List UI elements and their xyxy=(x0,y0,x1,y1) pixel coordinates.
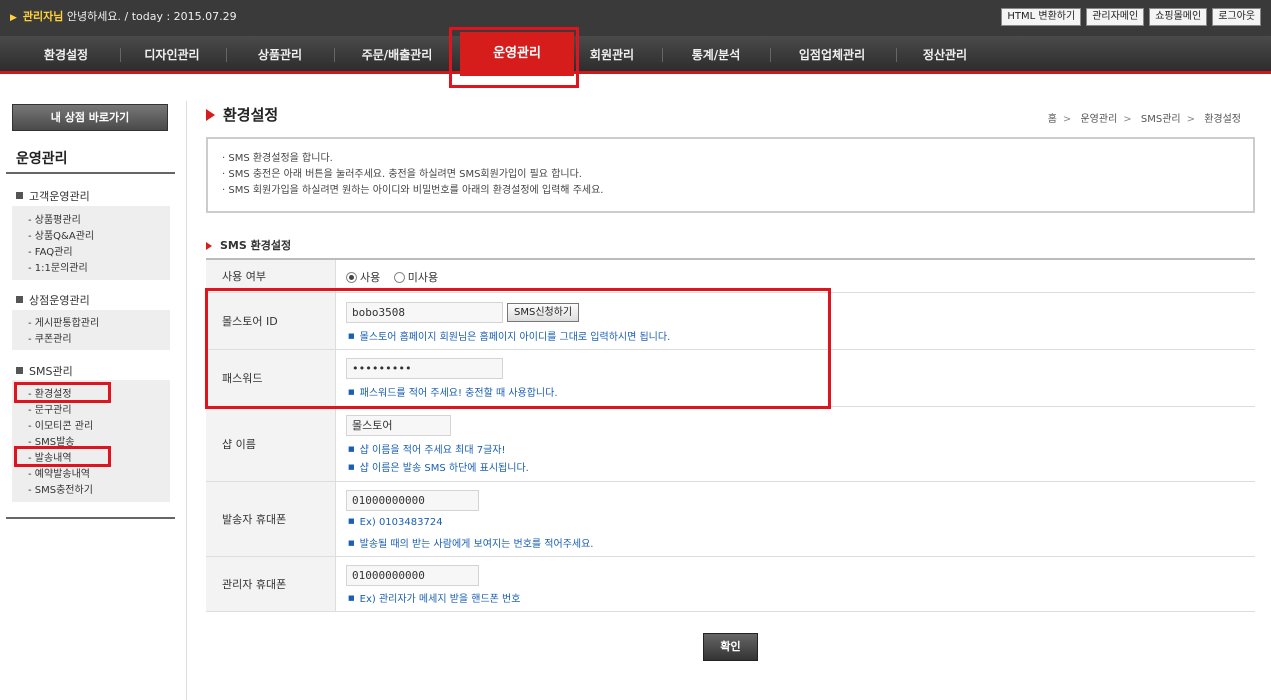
section-triangle-icon xyxy=(206,242,212,250)
sidebar-item-reserved-history[interactable]: - 예약발송내역 xyxy=(28,465,90,480)
sender-phone-input[interactable]: 01000000000 xyxy=(346,490,479,511)
notice-box: · SMS 환경설정을 합니다. · SMS 충전은 아래 버튼을 눌러주세요.… xyxy=(206,137,1255,213)
nav-separator xyxy=(120,48,121,62)
form-row-usage: 사용 여부 사용 미사용 xyxy=(206,260,1255,293)
breadcrumb-home[interactable]: 홈 xyxy=(1048,114,1057,125)
sidebar-item-sms-send[interactable]: - SMS발송 xyxy=(28,433,75,448)
nav-settlement[interactable]: 정산관리 xyxy=(906,36,984,74)
usage-on-radio[interactable] xyxy=(346,272,357,283)
password-hint: ■ 패스워드를 적어 주세요! 충전할 때 사용합니다. xyxy=(348,388,558,399)
sms-settings-form: 사용 여부 사용 미사용 몰스토어 ID bobo3508 SMS신청하기 ■ 몰… xyxy=(206,258,1255,612)
user-name: 관리자님 xyxy=(22,10,64,23)
password-label: 패스워드 xyxy=(206,350,336,406)
nav-products[interactable]: 상품관리 xyxy=(236,36,324,74)
sidebar-item-coupon[interactable]: - 쿠폰관리 xyxy=(28,330,72,345)
password-input[interactable]: ••••••••• xyxy=(346,358,503,379)
breadcrumb-operations[interactable]: 운영관리 xyxy=(1080,114,1117,125)
usage-options: 사용 미사용 xyxy=(346,269,438,285)
sender-phone-hint: ■ Ex) 0103483724 xyxy=(348,517,443,528)
greeting-text: 안녕하세요. / today : 2015.07.29 xyxy=(66,10,237,23)
chevron-right-icon: > xyxy=(1186,114,1195,125)
sidebar-item-send-history[interactable]: - 발송내역 xyxy=(28,449,72,464)
chevron-right-icon: > xyxy=(1123,114,1132,125)
nav-operations[interactable]: 운영관리 xyxy=(460,32,574,76)
store-id-input[interactable]: bobo3508 xyxy=(346,302,503,323)
sidebar-title-divider xyxy=(6,172,175,174)
sidebar-item-phrases[interactable]: - 문구관리 xyxy=(28,401,72,416)
my-shop-button[interactable]: 내 상점 바로가기 xyxy=(12,104,168,131)
sidebar-item-sms-settings[interactable]: - 환경설정 xyxy=(28,385,72,400)
chevron-right-icon: > xyxy=(1062,114,1072,125)
sidebar-divider xyxy=(186,101,187,700)
notice-line: · SMS 충전은 아래 버튼을 눌러주세요. 충전을 하실려면 SMS회원가입… xyxy=(222,169,582,180)
title-triangle-icon xyxy=(206,109,215,121)
form-row-admin-phone: 관리자 휴대폰 01000000000 ■ Ex) 관리자가 메세지 받을 핸드폰… xyxy=(206,557,1255,612)
sender-phone-hint: ■ 발송될 때의 받는 사람에게 보여지는 번호를 적어주세요. xyxy=(348,539,594,550)
section-title: SMS 환경설정 xyxy=(206,237,291,253)
nav-stats[interactable]: 통계/분석 xyxy=(676,36,756,74)
store-id-hint: ■ 몰스토어 홈페이지 회원님은 홈페이지 아이디를 그대로 입력하시면 됩니다. xyxy=(348,332,671,343)
admin-phone-input[interactable]: 01000000000 xyxy=(346,565,479,586)
sidebar-item-board[interactable]: - 게시판통합관리 xyxy=(28,314,99,329)
nav-separator xyxy=(770,48,771,62)
top-links: HTML 변환하기 관리자메인 쇼핑몰메인 로그아웃 xyxy=(1001,8,1261,26)
sidebar-group-customer[interactable]: 고객운영관리 xyxy=(16,188,90,204)
sidebar-group-store[interactable]: 상점운영관리 xyxy=(16,292,90,308)
admin-phone-label: 관리자 휴대폰 xyxy=(206,557,336,611)
nav-orders[interactable]: 주문/배출관리 xyxy=(344,36,450,74)
arrow-icon: ▶ xyxy=(10,13,17,23)
usage-label: 사용 여부 xyxy=(206,260,336,292)
breadcrumb: 홈 > 운영관리 > SMS관리 > 환경설정 xyxy=(1048,110,1241,125)
form-row-sender-phone: 발송자 휴대폰 01000000000 ■ Ex) 0103483724 ■ 발송될… xyxy=(206,482,1255,557)
shop-name-input[interactable]: 몰스토어 xyxy=(346,415,451,436)
sidebar-item-emoticons[interactable]: - 이모티콘 관리 xyxy=(28,417,93,432)
sidebar-group-sms[interactable]: SMS관리 xyxy=(16,363,73,379)
sidebar-item-faq[interactable]: - FAQ관리 xyxy=(28,243,73,258)
top-bar: ▶ 관리자님 안녕하세요. / today : 2015.07.29 HTML 변… xyxy=(0,0,1271,36)
logout-button[interactable]: 로그아웃 xyxy=(1212,8,1261,26)
form-row-shop-name: 샵 이름 몰스토어 ■ 샵 이름을 적어 주세요 최대 7글자! ■ 샵 이름은 발… xyxy=(206,407,1255,482)
breadcrumb-current: 환경설정 xyxy=(1204,114,1241,125)
nav-vendors[interactable]: 입점업체관리 xyxy=(780,36,884,74)
html-convert-button[interactable]: HTML 변환하기 xyxy=(1001,8,1082,26)
breadcrumb-sms[interactable]: SMS관리 xyxy=(1141,114,1181,125)
usage-off-radio[interactable] xyxy=(393,272,405,283)
shop-name-hint: ■ 샵 이름은 발송 SMS 하단에 표시됩니다. xyxy=(348,463,529,474)
sidebar-item-inquiry[interactable]: - 1:1문의관리 xyxy=(28,259,88,274)
greeting: ▶ 관리자님 안녕하세요. / today : 2015.07.29 xyxy=(10,8,237,24)
store-id-label: 몰스토어 ID xyxy=(206,293,336,349)
admin-phone-hint: ■ Ex) 관리자가 메세지 받을 핸드폰 번호 xyxy=(348,594,521,605)
sidebar-title: 운영관리 xyxy=(16,151,68,167)
notice-line: · SMS 환경설정을 합니다. xyxy=(222,153,333,164)
nav-members[interactable]: 회원관리 xyxy=(580,36,644,74)
shop-main-button[interactable]: 쇼핑몰메인 xyxy=(1149,8,1208,26)
square-bullet-icon xyxy=(16,192,23,199)
sidebar-item-sms-charge[interactable]: - SMS충전하기 xyxy=(28,481,93,496)
square-bullet-icon xyxy=(16,367,23,374)
form-row-store-id: 몰스토어 ID bobo3508 SMS신청하기 ■ 몰스토어 홈페이지 회원님은… xyxy=(206,293,1255,350)
notice-line: · SMS 회원가입을 하실려면 원하는 아이디와 비밀번호를 아래의 환경설정… xyxy=(222,185,604,196)
confirm-button[interactable]: 확인 xyxy=(703,633,758,661)
shop-name-label: 샵 이름 xyxy=(206,407,336,481)
sms-apply-button[interactable]: SMS신청하기 xyxy=(507,303,580,322)
sidebar-item-qna[interactable]: - 상품Q&A관리 xyxy=(28,227,94,242)
form-row-password: 패스워드 ••••••••• ■ 패스워드를 적어 주세요! 충전할 때 사용합니… xyxy=(206,350,1255,407)
nav-separator xyxy=(226,48,227,62)
nav-separator xyxy=(334,48,335,62)
usage-off-label: 미사용 xyxy=(407,271,439,284)
square-bullet-icon xyxy=(16,296,23,303)
shop-name-hint: ■ 샵 이름을 적어 주세요 최대 7글자! xyxy=(348,445,506,456)
admin-main-button[interactable]: 관리자메인 xyxy=(1086,8,1145,26)
sidebar-item-reviews[interactable]: - 상품평관리 xyxy=(28,211,81,226)
sidebar-bottom-divider xyxy=(6,517,175,519)
nav-settings[interactable]: 환경설정 xyxy=(22,36,110,74)
page-title: 환경설정 xyxy=(206,104,278,125)
usage-on-label: 사용 xyxy=(360,271,381,284)
nav-separator xyxy=(896,48,897,62)
nav-separator xyxy=(662,48,663,62)
nav-design[interactable]: 디자인관리 xyxy=(128,36,216,74)
main-nav: 환경설정 디자인관리 상품관리 주문/배출관리 회원관리 통계/분석 입점업체관… xyxy=(0,36,1271,74)
sender-phone-label: 발송자 휴대폰 xyxy=(206,482,336,556)
